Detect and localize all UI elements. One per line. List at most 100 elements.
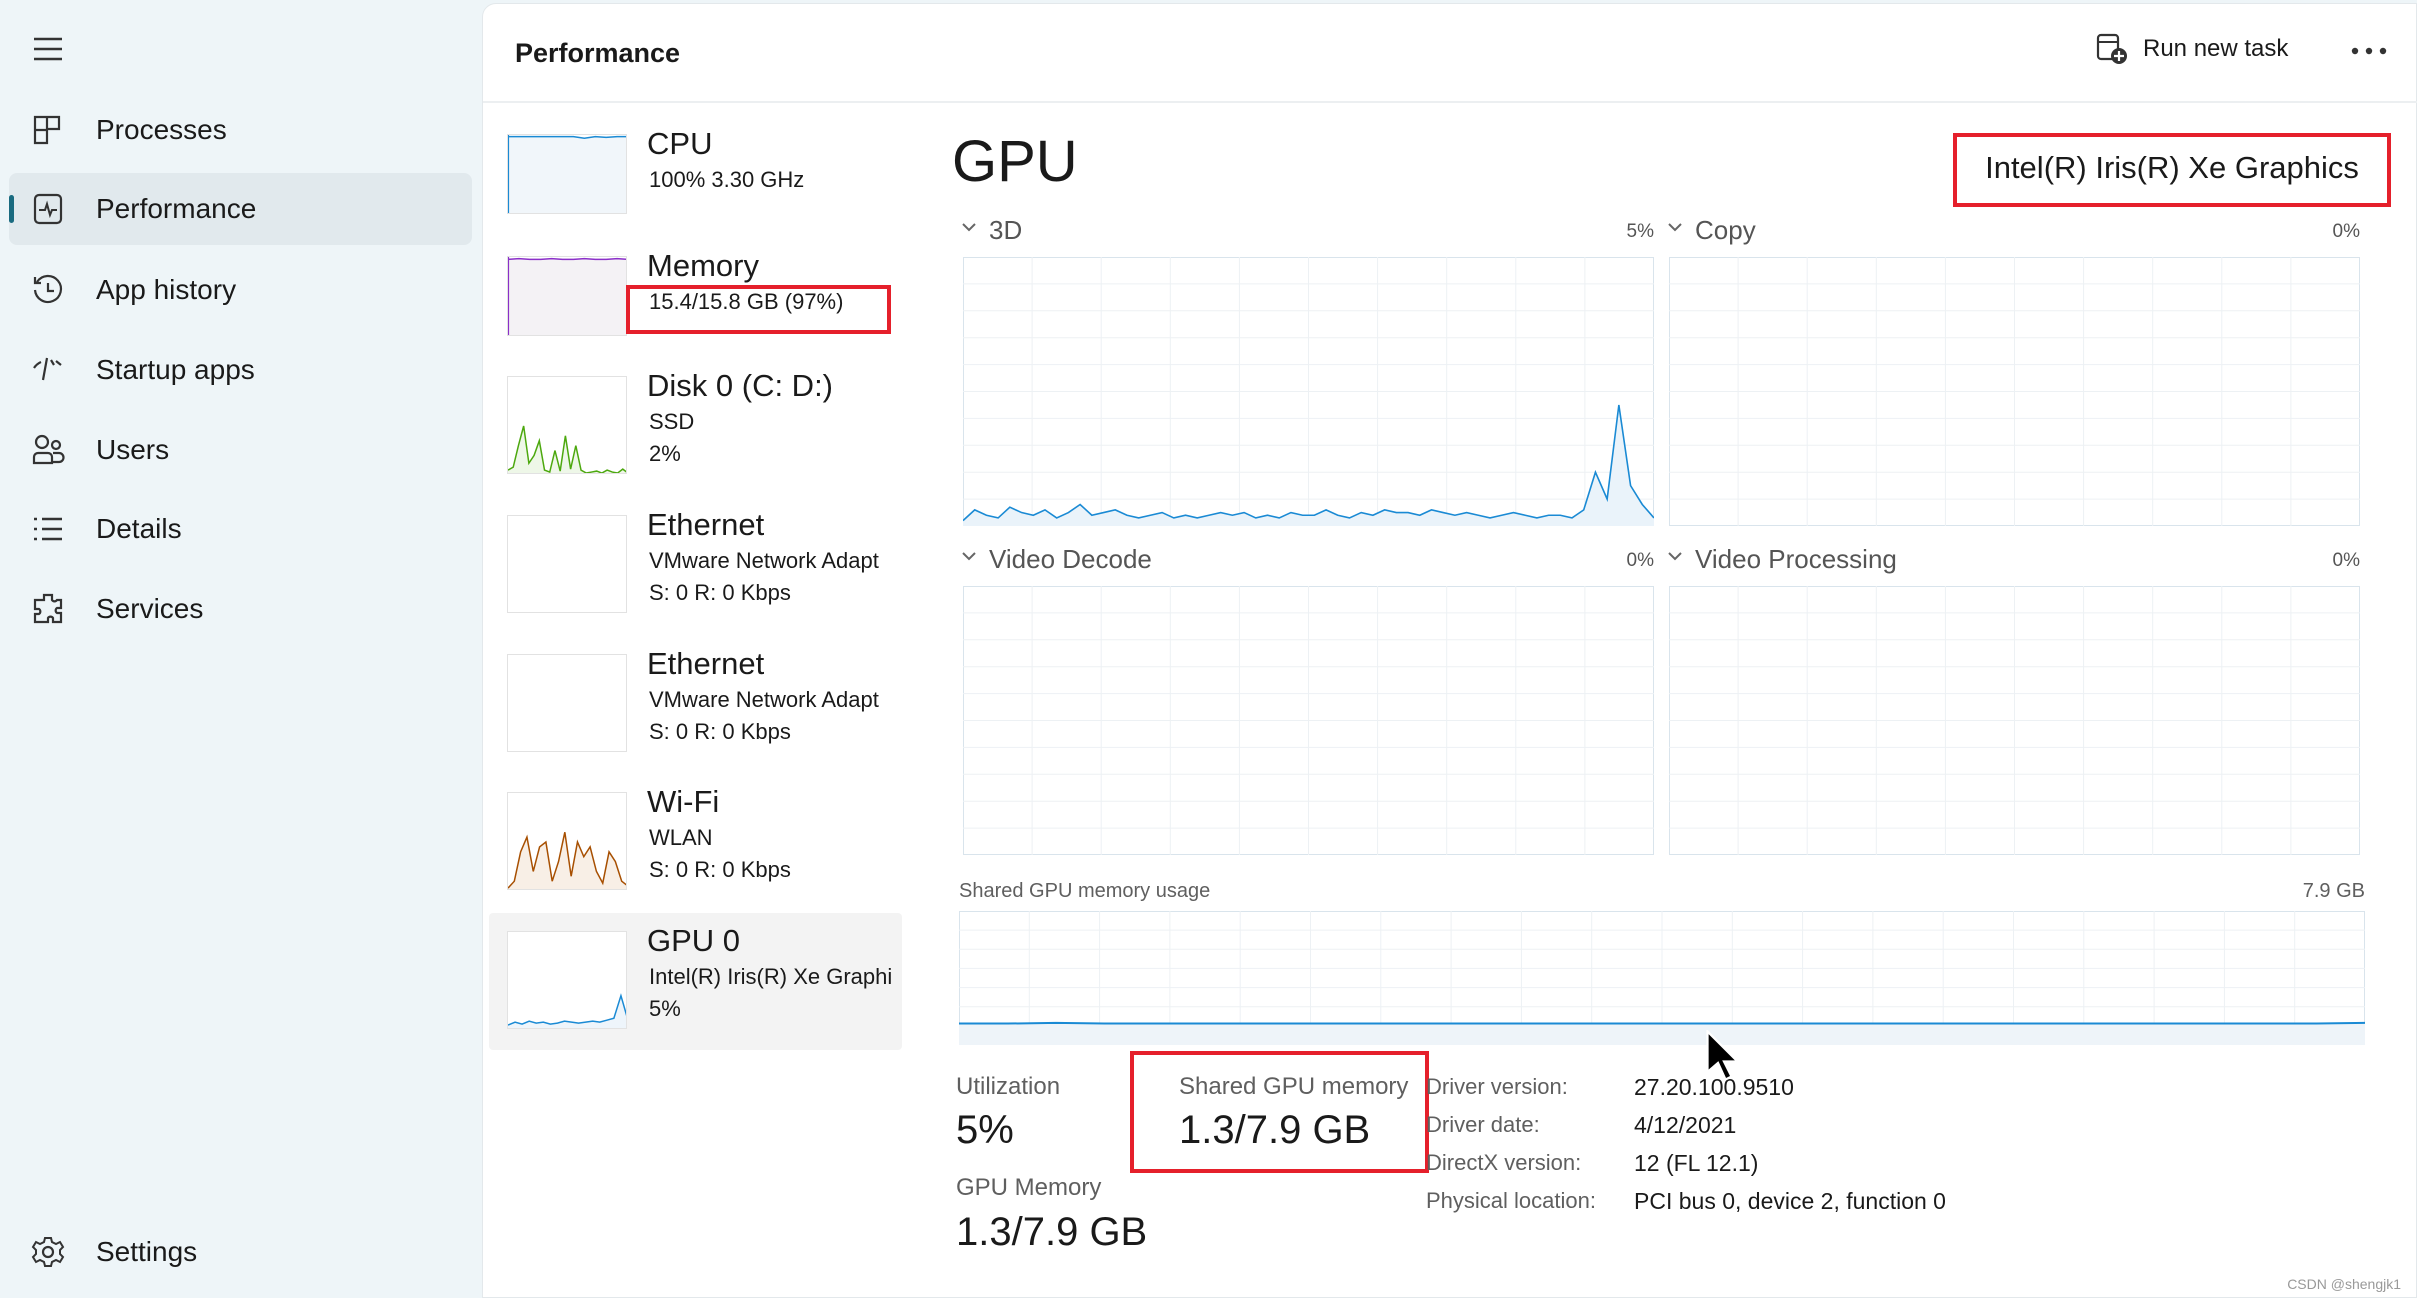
resource-thumbnail-graph — [507, 376, 627, 474]
engine-percent: 0% — [2332, 550, 2360, 571]
hamburger-icon[interactable] — [32, 36, 64, 62]
engine-label[interactable]: Video Decode — [989, 544, 1152, 575]
shared-memory-value: 1.3/7.9 GB — [1179, 1108, 1371, 1152]
shared-usage-max: 7.9 GB — [2302, 880, 2365, 902]
resource-title: Wi-Fi — [647, 784, 720, 819]
run-new-task-button[interactable]: Run new task — [2095, 32, 2288, 66]
run-task-icon — [2096, 33, 2127, 64]
engine-percent: 0% — [1626, 550, 1654, 571]
resource-thumbnail-graph — [507, 792, 627, 890]
resource-title: GPU 0 — [647, 923, 741, 958]
gpu-memory-value: 1.3/7.9 GB — [956, 1210, 1148, 1254]
thumbnail-line — [508, 257, 626, 261]
users-icon — [32, 434, 65, 465]
resource-subtitle: Intel(R) Iris(R) Xe Graphi — [649, 964, 893, 989]
resource-title: Memory — [647, 248, 759, 283]
resource-item-ethernet[interactable]: Ethernet VMware Network Adapt S: 0 R: 0 Kb… — [489, 646, 902, 752]
detail-label: Physical location: — [1426, 1188, 1596, 1213]
engine-label[interactable]: Video Processing — [1695, 544, 1897, 575]
utilization-label: Utilization — [956, 1073, 1061, 1100]
resource-subtitle: 5% — [649, 996, 681, 1021]
sidebar-item-startup-apps[interactable]: Startup apps — [9, 334, 472, 406]
sidebar-item-details[interactable]: Details — [9, 493, 472, 565]
resource-subtitle: 2% — [649, 441, 681, 466]
startup-gauge-icon — [33, 357, 62, 381]
resource-subtitle: WLAN — [649, 825, 713, 850]
list-icon — [34, 517, 62, 541]
resource-thumbnail-graph — [507, 654, 627, 752]
gpu-name: Intel(R) Iris(R) Xe Graphics — [1985, 150, 2359, 185]
thumbnail-fill — [508, 136, 626, 213]
resource-thumbnail-graph — [507, 134, 627, 214]
sidebar-item-label: Processes — [96, 114, 227, 145]
mouse-cursor-icon — [1706, 1030, 1741, 1082]
gear-icon — [31, 1237, 65, 1267]
resource-subtitle: VMware Network Adapt — [649, 687, 879, 712]
sidebar-item-services[interactable]: Services — [9, 573, 472, 645]
shared-memory-graph — [959, 911, 2365, 1045]
engine-graph — [1669, 257, 2360, 526]
utilization-value: 5% — [956, 1108, 1014, 1152]
thumbnail-fill — [508, 258, 626, 335]
shared-usage-label: Shared GPU memory usage — [959, 880, 1211, 902]
thumbnail-fill — [508, 995, 626, 1028]
chevron-down-icon[interactable] — [1667, 550, 1683, 562]
sidebar-item-settings[interactable]: Settings — [9, 1216, 472, 1288]
detail-label: DirectX version: — [1426, 1150, 1582, 1175]
graph-line — [959, 1021, 2365, 1025]
resource-title: CPU — [647, 126, 713, 161]
resource-subtitle: SSD — [649, 409, 695, 434]
detail-value: PCI bus 0, device 2, function 0 — [1634, 1188, 1946, 1214]
sidebar-item-processes[interactable]: Processes — [9, 94, 472, 166]
resource-item-wi-fi[interactable]: Wi-Fi WLAN S: 0 R: 0 Kbps — [489, 784, 902, 891]
processes-grid-icon — [33, 115, 61, 145]
sidebar-item-app-history[interactable]: App history — [9, 254, 472, 326]
header-divider — [483, 101, 2417, 103]
engine-graph — [1669, 586, 2360, 855]
sidebar-item-users[interactable]: Users — [9, 414, 472, 486]
sidebar-item-label: Users — [96, 434, 170, 465]
shared-memory-label: Shared GPU memory — [1179, 1073, 1409, 1100]
detail-value: 12 (FL 12.1) — [1634, 1150, 1759, 1176]
resource-subtitle: 100% 3.30 GHz — [649, 167, 805, 192]
engine-label[interactable]: Copy — [1695, 215, 1756, 246]
engine-graph — [963, 257, 1654, 526]
resource-title: Disk 0 (C: D:) — [647, 368, 833, 403]
watermark: CSDN @shengjk1 — [2287, 1276, 2401, 1292]
engine-graph — [963, 586, 1654, 855]
history-clock-icon — [33, 274, 63, 304]
sidebar-item-label: Startup apps — [96, 354, 255, 385]
gpu-memory-label: GPU Memory — [956, 1174, 1102, 1201]
detail-value: 4/12/2021 — [1634, 1112, 1737, 1138]
sidebar-item-label: Settings — [96, 1236, 198, 1267]
page-title: Performance — [515, 38, 681, 68]
resource-item-cpu[interactable]: CPU 100% 3.30 GHz — [489, 126, 902, 216]
chevron-down-icon[interactable] — [961, 550, 977, 562]
more-dots-icon[interactable] — [2351, 46, 2387, 56]
engine-label[interactable]: 3D — [989, 215, 1022, 246]
performance-pulse-icon — [33, 193, 63, 225]
chevron-down-icon[interactable] — [1667, 221, 1683, 233]
resource-item-disk-0-c-d[interactable]: Disk 0 (C: D:) SSD 2% — [489, 368, 902, 475]
detail-label: Driver version: — [1426, 1074, 1568, 1099]
sidebar-item-label: Services — [96, 593, 204, 624]
run-new-task-label: Run new task — [2143, 35, 2289, 62]
sidebar-item-performance[interactable]: Performance — [9, 173, 472, 245]
resource-item-gpu-0[interactable]: GPU 0 Intel(R) Iris(R) Xe Graphi 5% — [489, 913, 902, 1050]
sidebar-item-label: App history — [96, 274, 237, 305]
resource-thumbnail-graph — [507, 515, 627, 613]
sidebar-item-label: Details — [96, 513, 182, 544]
sidebar-item-label: Performance — [96, 193, 257, 224]
resource-title: Ethernet — [647, 507, 765, 542]
resource-subtitle: S: 0 R: 0 Kbps — [649, 719, 791, 744]
resource-thumbnail-graph — [507, 931, 627, 1029]
resource-subtitle: S: 0 R: 0 Kbps — [649, 857, 791, 882]
engine-percent: 0% — [2332, 221, 2360, 242]
puzzle-gear-icon — [33, 593, 63, 624]
gpu-title: GPU — [952, 129, 1078, 194]
resource-thumbnail-graph — [507, 256, 627, 336]
resource-item-ethernet[interactable]: Ethernet VMware Network Adapt S: 0 R: 0 Kb… — [489, 507, 902, 613]
chevron-down-icon[interactable] — [961, 221, 977, 233]
memory-highlight-box — [626, 285, 891, 334]
graph-area — [959, 1022, 2365, 1045]
